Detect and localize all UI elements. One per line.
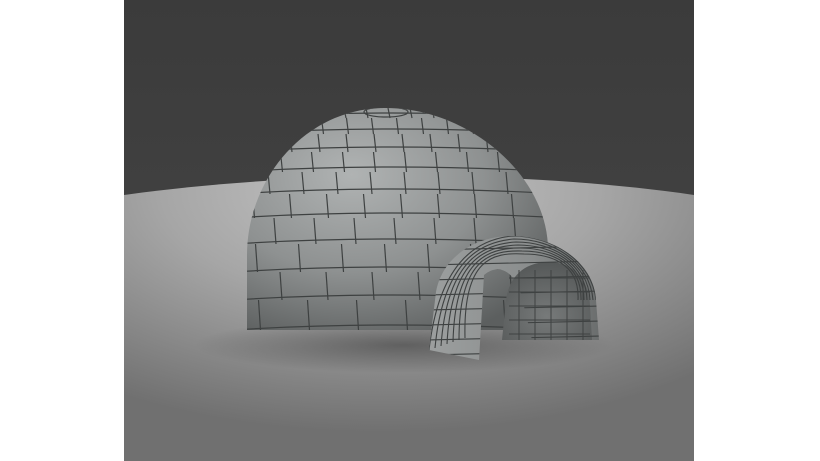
render-viewport	[124, 0, 694, 461]
igloo-scene	[124, 0, 694, 461]
page	[0, 0, 820, 461]
